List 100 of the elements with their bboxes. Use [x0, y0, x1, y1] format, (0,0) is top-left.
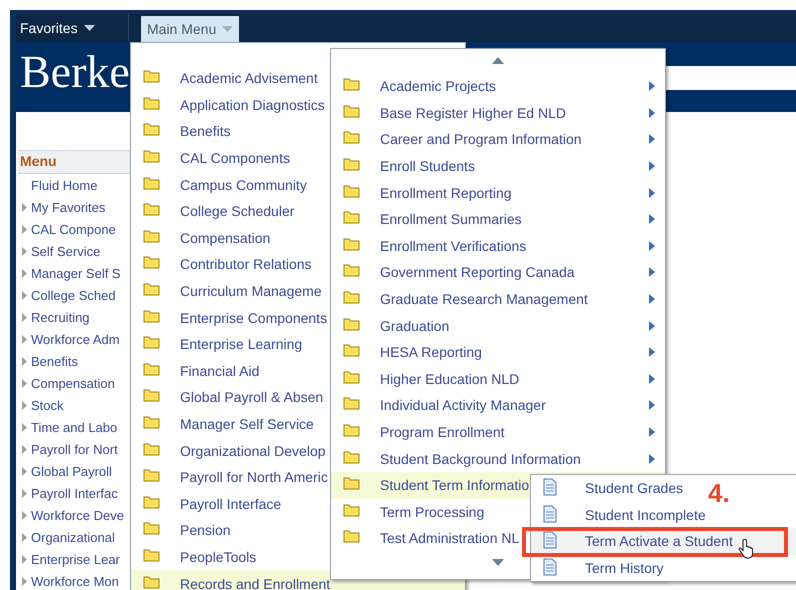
expand-arrow-icon[interactable]	[22, 224, 27, 234]
expand-arrow-icon[interactable]	[22, 576, 27, 586]
sidebar-item[interactable]: Fluid Home	[31, 178, 98, 192]
sidebar-item[interactable]: Time and Labo	[31, 420, 118, 434]
expand-arrow-icon[interactable]	[22, 378, 27, 388]
folder-icon	[343, 316, 360, 331]
folder-icon	[343, 77, 360, 92]
menu-item[interactable]: Enrollment Summaries	[331, 206, 665, 233]
expand-arrow-icon[interactable]	[22, 554, 27, 564]
menu-item[interactable]: Enrollment Verifications	[331, 232, 665, 260]
expand-arrow-icon[interactable]	[22, 444, 27, 454]
dropdown-caret-icon	[222, 26, 234, 32]
folder-icon	[143, 415, 160, 430]
sidebar-item[interactable]: Stock	[31, 398, 64, 412]
expand-arrow-icon[interactable]	[22, 510, 27, 520]
menu-item[interactable]: Graduation	[331, 312, 665, 339]
folder-icon	[343, 210, 360, 224]
menu-item[interactable]: Career and Program Information	[331, 126, 665, 153]
expand-arrow-icon[interactable]	[22, 356, 27, 366]
folder-icon	[343, 370, 360, 384]
menu-item[interactable]: Graduate Research Management	[331, 286, 665, 312]
folder-icon	[143, 202, 160, 216]
sidebar-item[interactable]: Payroll for Nort	[31, 442, 118, 456]
folder-icon	[143, 388, 160, 402]
folder-icon	[143, 69, 160, 84]
menu-item[interactable]: Academic Projects	[331, 73, 665, 100]
folder-icon	[343, 396, 360, 410]
menu-item[interactable]: Term History	[531, 554, 670, 581]
folder-icon	[143, 521, 160, 536]
expand-arrow-icon[interactable]	[22, 202, 27, 212]
sidebar-item[interactable]: Recruiting	[31, 310, 90, 324]
sidebar-item[interactable]: Organizational	[31, 530, 115, 544]
folder-icon	[343, 263, 360, 278]
expand-arrow-icon[interactable]	[22, 334, 27, 344]
expand-arrow-icon[interactable]	[22, 312, 27, 322]
sidebar-item[interactable]: Workforce Mon	[31, 574, 119, 588]
folder-icon	[343, 529, 360, 544]
folder-icon	[343, 450, 360, 464]
sidebar-item[interactable]: Benefits	[31, 354, 78, 368]
menu-item[interactable]: HESA Reporting	[331, 338, 665, 366]
menu-item[interactable]: Base Register Higher Ed NLD	[331, 100, 665, 126]
folder-icon	[143, 548, 160, 562]
sidebar-item[interactable]: Workforce Deve	[31, 508, 124, 522]
menu-item[interactable]: Higher Education NLD	[331, 366, 665, 392]
expand-arrow-icon[interactable]	[22, 422, 27, 432]
expand-arrow-icon[interactable]	[22, 466, 27, 476]
folder-icon	[143, 468, 160, 482]
folder-icon	[143, 362, 160, 376]
sidebar-item[interactable]: Manager Self S	[31, 266, 121, 280]
scroll-up-icon[interactable]	[492, 56, 504, 64]
document-icon	[543, 478, 557, 496]
folder-icon	[343, 476, 360, 490]
folder-icon	[343, 130, 360, 144]
folder-icon	[343, 104, 360, 118]
document-icon	[543, 558, 557, 576]
main-menu-button[interactable]: Main Menu	[141, 16, 240, 42]
menu-item[interactable]: Student Background Information	[331, 445, 665, 472]
expand-arrow-icon[interactable]	[22, 532, 27, 542]
folder-icon	[143, 282, 160, 296]
folder-icon	[143, 442, 160, 456]
document-icon	[543, 504, 557, 523]
folder-icon	[343, 290, 360, 304]
folder-icon	[143, 149, 160, 164]
sidebar-item[interactable]: CAL Compone	[31, 222, 116, 236]
dropdown-caret-icon	[84, 25, 95, 31]
sidebar-item[interactable]: College Sched	[31, 288, 116, 302]
hand-cursor-icon	[738, 539, 754, 559]
expand-arrow-icon[interactable]	[22, 290, 27, 300]
scroll-down-icon[interactable]	[492, 559, 504, 566]
menu-item[interactable]: Individual Activity Manager	[331, 392, 665, 419]
folder-icon	[143, 96, 160, 110]
folder-icon	[143, 494, 160, 509]
expand-arrow-icon[interactable]	[22, 268, 27, 278]
sidebar-item[interactable]: Enterprise Lear	[31, 552, 120, 566]
folder-icon	[343, 502, 360, 517]
expand-arrow-icon[interactable]	[22, 400, 27, 410]
sidebar-item[interactable]: Global Payroll	[31, 464, 112, 478]
sidebar-item[interactable]: My Favorites	[31, 200, 106, 214]
sidebar-item[interactable]: Workforce Adm	[31, 332, 120, 346]
menu-item[interactable]: Program Enrollment	[331, 418, 665, 446]
folder-icon	[143, 574, 160, 589]
sidebar-item[interactable]: Compensation	[31, 376, 115, 390]
folder-icon	[343, 184, 360, 198]
expand-arrow-icon[interactable]	[22, 488, 27, 498]
folder-icon	[343, 423, 360, 438]
sidebar-item[interactable]: Payroll Interfac	[31, 486, 118, 500]
expand-arrow-icon[interactable]	[22, 246, 27, 256]
folder-icon	[143, 255, 160, 270]
folder-icon	[143, 228, 160, 243]
folder-icon	[143, 335, 160, 350]
menu-item[interactable]: Enrollment Reporting	[331, 179, 665, 206]
menu-item[interactable]: Enroll Students	[331, 152, 665, 180]
folder-icon	[143, 122, 160, 136]
menu-item[interactable]: Government Reporting Canada	[331, 259, 665, 286]
folder-icon	[343, 343, 360, 358]
folder-icon	[343, 236, 360, 251]
favorites-menu[interactable]: Favorites	[20, 20, 78, 36]
document-icon	[543, 531, 557, 550]
sidebar-item[interactable]: Self Service	[31, 244, 100, 258]
folder-icon	[343, 157, 360, 172]
